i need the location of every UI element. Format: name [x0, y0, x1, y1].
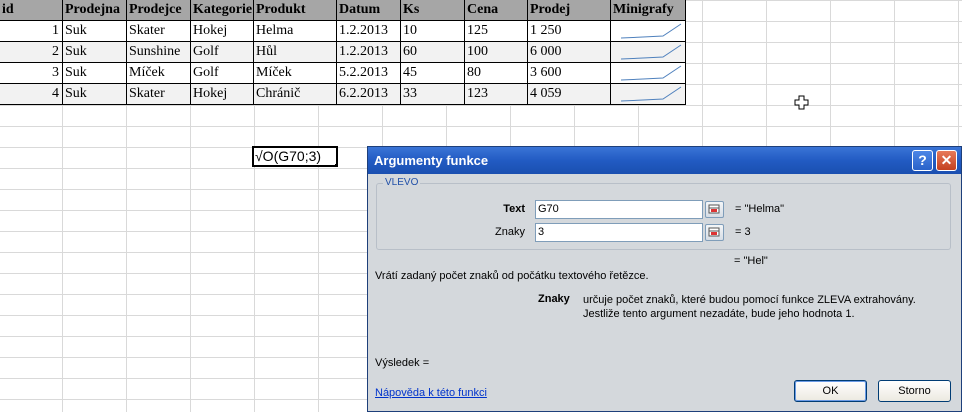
arg-label-znaky: Znaky	[495, 226, 525, 238]
cell-prodejce[interactable]: Sunshine	[127, 42, 191, 63]
sparkline	[620, 23, 682, 39]
arg-result-znaky: = 3	[735, 226, 751, 238]
cell-prodej[interactable]: 6 000	[528, 42, 611, 63]
sparkline	[620, 65, 682, 81]
cell-prodejce[interactable]: Míček	[127, 63, 191, 84]
cell-datum[interactable]: 1.2.2013	[337, 21, 401, 42]
cell-id[interactable]: 2	[0, 42, 63, 63]
cell-produkt[interactable]: Helma	[254, 21, 337, 42]
arg-result-text: = "Helma"	[735, 203, 785, 215]
cell-prodejna[interactable]: Suk	[63, 21, 127, 42]
cancel-button[interactable]: Storno	[878, 380, 951, 402]
cell-datum[interactable]: 6.2.2013	[337, 84, 401, 105]
cell-datum[interactable]: 1.2.2013	[337, 42, 401, 63]
ok-button[interactable]: OK	[794, 380, 867, 402]
sparkline-cell[interactable]	[611, 63, 686, 84]
cell-prodejna[interactable]: Suk	[63, 42, 127, 63]
cell-kategorie[interactable]: Golf	[191, 42, 254, 63]
help-icon[interactable]: ?	[912, 150, 933, 171]
header-cell[interactable]: Kategorie	[191, 0, 254, 21]
close-icon[interactable]: ✕	[936, 150, 957, 171]
cell-cena[interactable]: 125	[465, 21, 528, 42]
header-cell[interactable]: Minigrafy	[611, 0, 686, 21]
cell-prodej[interactable]: 3 600	[528, 63, 611, 84]
active-cell-formula[interactable]: √O(G70;3)	[252, 146, 338, 167]
cell-ks[interactable]: 45	[401, 63, 465, 84]
cell-prodejna[interactable]: Suk	[63, 63, 127, 84]
cell-prodej[interactable]: 1 250	[528, 21, 611, 42]
cell-ks[interactable]: 60	[401, 42, 465, 63]
active-cell-text: √O(G70;3)	[255, 148, 322, 164]
cell-kategorie[interactable]: Hokej	[191, 21, 254, 42]
function-result: = "Hel"	[734, 255, 768, 267]
arguments-group: VLEVO Text G70 = "Helma" Znaky 3 = 3	[376, 177, 951, 250]
cell-prodejce[interactable]: Skater	[127, 84, 191, 105]
sparkline-chart	[620, 65, 682, 81]
cell-cena[interactable]: 80	[465, 63, 528, 84]
header-cell[interactable]: Produkt	[254, 0, 337, 21]
range-select-icon	[708, 204, 720, 214]
help-link[interactable]: Nápověda k této funkci	[375, 387, 487, 399]
table-row: 1 Suk Skater Hokej Helma 1.2.2013 10 125…	[0, 21, 686, 42]
cell-id[interactable]: 3	[0, 63, 63, 84]
arg-help-name: Znaky	[538, 293, 570, 305]
header-cell[interactable]: Prodejna	[63, 0, 127, 21]
cell-prodejna[interactable]: Suk	[63, 84, 127, 105]
arg-input-text[interactable]: G70	[535, 200, 703, 219]
header-cell[interactable]: Datum	[337, 0, 401, 21]
sparkline-chart	[620, 44, 682, 60]
cell-kategorie[interactable]: Hokej	[191, 84, 254, 105]
table-row: 3 Suk Míček Golf Míček 5.2.2013 45 80 3 …	[0, 63, 686, 84]
cell-produkt[interactable]: Chránič	[254, 84, 337, 105]
sparkline-chart	[620, 86, 682, 102]
header-cell[interactable]: Prodejce	[127, 0, 191, 21]
result-label: Výsledek =	[375, 357, 430, 369]
cell-produkt[interactable]: Míček	[254, 63, 337, 84]
cross-cursor-icon	[794, 95, 809, 110]
cell-produkt[interactable]: Hůl	[254, 42, 337, 63]
function-name: VLEVO	[383, 177, 421, 188]
header-cell[interactable]: Prodej	[528, 0, 611, 21]
cell-ks[interactable]: 10	[401, 21, 465, 42]
header-cell[interactable]: Cena	[465, 0, 528, 21]
cell-prodej[interactable]: 4 059	[528, 84, 611, 105]
dialog-title: Argumenty funkce	[374, 153, 489, 168]
table-row: 2 Suk Sunshine Golf Hůl 1.2.2013 60 100 …	[0, 42, 686, 63]
collapse-range-icon[interactable]	[705, 224, 724, 241]
arg-help-text: určuje počet znaků, které budou pomocí f…	[583, 294, 916, 320]
cell-cena[interactable]: 100	[465, 42, 528, 63]
range-select-icon	[708, 227, 720, 237]
cell-datum[interactable]: 5.2.2013	[337, 63, 401, 84]
sparkline	[620, 44, 682, 60]
cell-kategorie[interactable]: Golf	[191, 63, 254, 84]
function-arguments-dialog: Argumenty funkce ? ✕ VLEVO Text G70 = "H…	[367, 146, 962, 412]
cell-id[interactable]: 1	[0, 21, 63, 42]
header-row: id Prodejna Prodejce Kategorie Produkt D…	[0, 0, 686, 21]
header-cell[interactable]: id	[0, 0, 63, 21]
collapse-range-icon[interactable]	[705, 201, 724, 218]
fill-handle[interactable]	[334, 163, 336, 165]
sparkline-cell[interactable]	[611, 42, 686, 63]
header-cell[interactable]: Ks	[401, 0, 465, 21]
sparkline-cell[interactable]	[611, 21, 686, 42]
arg-label-text: Text	[503, 203, 525, 215]
cell-cena[interactable]: 123	[465, 84, 528, 105]
dialog-titlebar[interactable]: Argumenty funkce ? ✕	[368, 147, 961, 174]
cell-ks[interactable]: 33	[401, 84, 465, 105]
sparkline	[620, 86, 682, 102]
arg-input-znaky[interactable]: 3	[535, 223, 703, 242]
function-description: Vrátí zadaný počet znaků od počátku text…	[375, 270, 649, 282]
sparkline-cell[interactable]	[611, 84, 686, 105]
table-row: 4 Suk Skater Hokej Chránič 6.2.2013 33 1…	[0, 84, 686, 105]
cell-prodejce[interactable]: Skater	[127, 21, 191, 42]
cell-id[interactable]: 4	[0, 84, 63, 105]
sparkline-chart	[620, 23, 682, 39]
